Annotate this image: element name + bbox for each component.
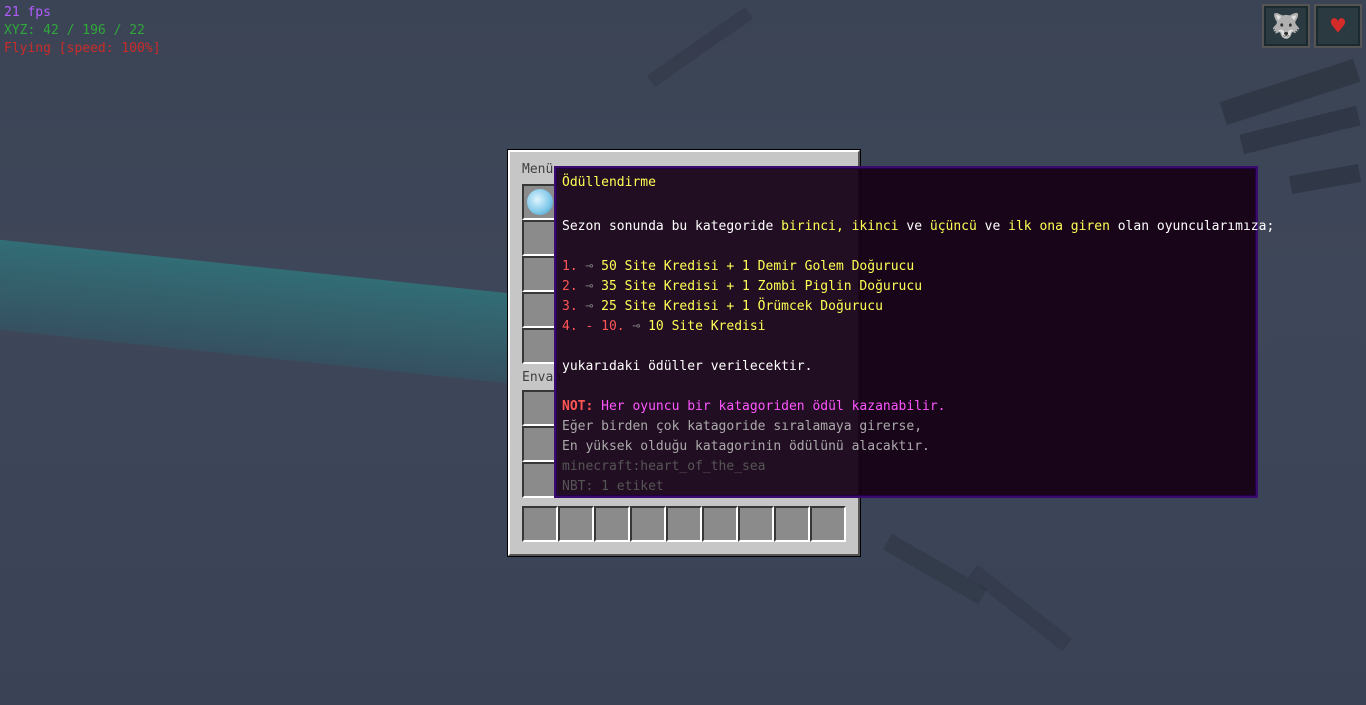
tooltip-line: En yüksek olduğu katagorinin ödülünü ala… bbox=[562, 439, 930, 454]
inventory-slot[interactable] bbox=[522, 426, 558, 462]
heart-glyph: ♥ bbox=[1330, 12, 1346, 40]
reward-text: 50 Site Kredisi + 1 Demir Golem Doğurucu bbox=[601, 259, 915, 274]
distant-block bbox=[1219, 58, 1361, 126]
menu-slot[interactable] bbox=[522, 184, 558, 220]
reward-rank: 1. bbox=[562, 259, 578, 274]
intro-part: ve bbox=[898, 219, 930, 234]
reward-arrow-icon: ⊸ bbox=[585, 259, 594, 274]
beacon-beam bbox=[0, 235, 520, 385]
reward-rank: 4. - 10. bbox=[562, 319, 625, 334]
item-tooltip: Ödüllendirme Sezon sonunda bu kategoride… bbox=[554, 166, 1274, 498]
distant-block bbox=[1288, 164, 1362, 194]
flying-status: Flying [speed: 100%] bbox=[4, 41, 161, 56]
wolf-glyph: 🐺 bbox=[1271, 12, 1301, 40]
inventory-slot[interactable] bbox=[522, 390, 558, 426]
reward-text: 10 Site Kredisi bbox=[648, 319, 766, 334]
menu-slot[interactable] bbox=[522, 256, 558, 292]
nbt-info: NBT: 1 etiket bbox=[562, 479, 664, 494]
hotbar-slot[interactable] bbox=[738, 506, 774, 542]
item-id: minecraft:heart_of_the_sea bbox=[562, 459, 766, 474]
reward-line: 2. ⊸ 35 Site Kredisi + 1 Zombi Piglin Do… bbox=[562, 278, 922, 296]
intro-part: Sezon sonunda bu kategoride bbox=[562, 219, 782, 234]
reward-rank: 2. bbox=[562, 279, 578, 294]
tooltip-title: Ödüllendirme bbox=[562, 175, 656, 190]
wolf-icon: 🐺 bbox=[1262, 4, 1310, 48]
reward-line: 4. - 10. ⊸ 10 Site Kredisi bbox=[562, 318, 766, 336]
hotbar-slot[interactable] bbox=[774, 506, 810, 542]
tooltip-outro: yukarıdaki ödüller verilecektir. bbox=[562, 359, 813, 374]
hotbar-slot[interactable] bbox=[666, 506, 702, 542]
hotbar-slot[interactable] bbox=[810, 506, 846, 542]
intro-highlight: üçüncü bbox=[929, 219, 977, 234]
tooltip-note: NOT: Her oyuncu bir katagoriden ödül kaz… bbox=[562, 398, 946, 416]
reward-arrow-icon: ⊸ bbox=[632, 319, 641, 334]
reward-line: 3. ⊸ 25 Site Kredisi + 1 Örümcek Doğuruc… bbox=[562, 298, 883, 316]
heart-icon: ♥ bbox=[1314, 4, 1362, 48]
fps-counter: 21 fps bbox=[4, 5, 51, 20]
debug-hud: 21 fps XYZ: 42 / 196 / 22 Flying [speed:… bbox=[4, 4, 161, 58]
reward-arrow-icon: ⊸ bbox=[585, 299, 594, 314]
note-text: Her oyuncu bir katagoriden ödül kazanabi… bbox=[593, 399, 946, 414]
intro-highlight: ilk ona giren bbox=[1008, 219, 1110, 234]
intro-part: ve bbox=[976, 219, 1009, 234]
tooltip-intro: Sezon sonunda bu kategoride birinci, iki… bbox=[562, 218, 1274, 236]
tooltip-line: Eğer birden çok katagoride sıralamaya gi… bbox=[562, 419, 923, 434]
reward-text: 35 Site Kredisi + 1 Zombi Piglin Doğuruc… bbox=[601, 279, 923, 294]
distant-block bbox=[882, 533, 988, 605]
reward-arrow-icon: ⊸ bbox=[585, 279, 594, 294]
coordinates: XYZ: 42 / 196 / 22 bbox=[4, 23, 145, 38]
reward-text: 25 Site Kredisi + 1 Örümcek Doğurucu bbox=[601, 299, 883, 314]
hotbar-slot[interactable] bbox=[702, 506, 738, 542]
intro-part: olan oyuncularımıza; bbox=[1109, 219, 1275, 234]
menu-title: Menü bbox=[522, 162, 554, 177]
distant-block bbox=[646, 6, 754, 88]
hotbar-slot[interactable] bbox=[630, 506, 666, 542]
menu-slot[interactable] bbox=[522, 292, 558, 328]
distant-block bbox=[1239, 105, 1361, 155]
hotbar-slot[interactable] bbox=[558, 506, 594, 542]
reward-line: 1. ⊸ 50 Site Kredisi + 1 Demir Golem Doğ… bbox=[562, 258, 914, 276]
status-effects: 🐺 ♥ bbox=[1262, 4, 1362, 48]
menu-slot[interactable] bbox=[522, 328, 558, 364]
intro-highlight: birinci, ikinci bbox=[781, 219, 899, 234]
inventory-slot[interactable] bbox=[522, 462, 558, 498]
reward-rank: 3. bbox=[562, 299, 578, 314]
note-label: NOT: bbox=[562, 399, 594, 414]
hotbar-slot[interactable] bbox=[594, 506, 630, 542]
menu-slot[interactable] bbox=[522, 220, 558, 256]
heart-of-the-sea-icon[interactable] bbox=[527, 189, 553, 215]
distant-block bbox=[967, 564, 1073, 652]
hotbar-slot[interactable] bbox=[522, 506, 558, 542]
